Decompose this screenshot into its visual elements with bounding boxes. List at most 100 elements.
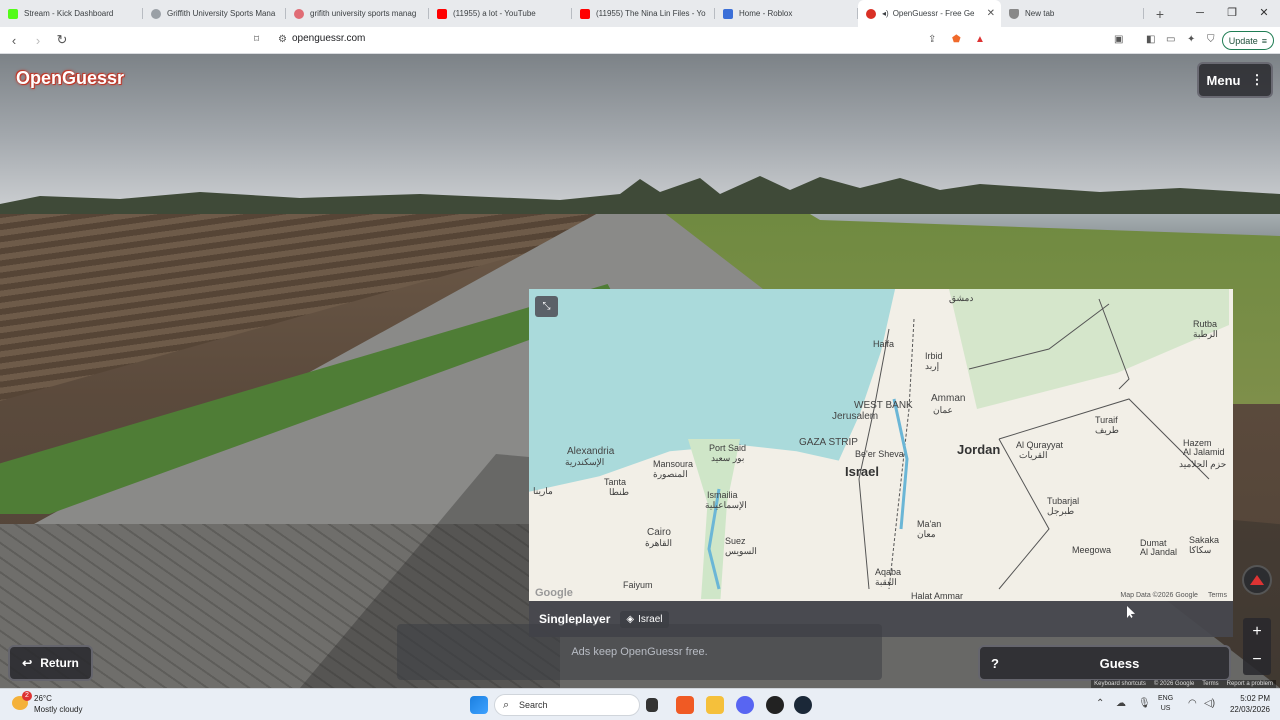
reload-icon[interactable]: ↻ <box>52 32 72 48</box>
openguessr-pin-icon <box>866 8 876 19</box>
address-bar[interactable]: openguessr.com <box>292 33 365 44</box>
map-label-port-said: Port Said <box>709 443 747 453</box>
guess-controls: ? Guess <box>978 645 1231 681</box>
close-window-icon[interactable]: ✕ <box>1248 0 1280 27</box>
split-view-icon[interactable]: ◧ <box>1146 34 1155 45</box>
task-view-icon[interactable] <box>646 698 658 712</box>
roblox-icon <box>723 8 733 19</box>
site-settings-icon[interactable]: ⚙ <box>278 34 287 45</box>
map-label-maan-ar: معان <box>917 529 936 539</box>
tab-youtube-a-lot[interactable]: (11955) a lot - YouTube <box>429 0 572 27</box>
search-icon: ⌕ <box>503 698 510 711</box>
tab-kick[interactable]: Stream - Kick Dashboard <box>0 0 143 27</box>
weather-badge: 2 <box>22 691 32 701</box>
tab-roblox[interactable]: Home - Roblox <box>715 0 858 27</box>
map-label-amman: Amman <box>931 393 966 404</box>
report-problem-link[interactable]: Report a problem <box>1227 681 1273 687</box>
map-label-israel: Israel <box>845 464 879 479</box>
steam-icon[interactable] <box>794 696 812 714</box>
map-label-suez-ar: السويس <box>725 546 757 556</box>
share-icon[interactable]: ⇪ <box>928 34 936 45</box>
openguessr-logo[interactable]: OpenGuessr <box>16 68 124 89</box>
brave-rewards-icon[interactable]: ▲ <box>975 34 985 45</box>
tray-overflow-icon[interactable]: ⌃ <box>1096 698 1104 709</box>
map-label-aqaba-ar: العقبة <box>875 577 897 587</box>
map-label-rutba: Rutba <box>1193 319 1218 329</box>
tab-griffith[interactable]: Griffith University Sports Mana <box>143 0 286 27</box>
discord-icon[interactable] <box>736 696 754 714</box>
help-button[interactable]: ? <box>980 656 1010 671</box>
map-label-damascus: دمشق <box>949 293 974 303</box>
map-resize-icon[interactable]: ⤡ <box>535 296 558 317</box>
menu-button[interactable]: Menu ⋮ <box>1197 62 1273 98</box>
vpn-icon[interactable]: ⛉ <box>1207 34 1215 45</box>
browser-tab-strip: Stream - Kick Dashboard Griffith Univers… <box>0 0 1280 27</box>
tab-youtube-nina-lin[interactable]: (11955) The Nina Lin Files - Yo <box>572 0 715 27</box>
brave-shields-icon[interactable]: ⬟ <box>952 34 961 45</box>
guess-map[interactable]: ⤡ دمشق Rutba الرطبة Haifa Irbid إربد Amm… <box>529 289 1233 601</box>
sidebar-icon[interactable]: ▣ <box>1114 34 1123 45</box>
wifi-icon[interactable]: ◠ <box>1188 698 1197 709</box>
map-label-cairo-ar: القاهرة <box>645 538 672 548</box>
map-label-tanta: Tanta <box>604 477 627 487</box>
media-app-icon[interactable] <box>766 696 784 714</box>
map-label-alexandria-ar: الإسكندرية <box>565 457 605 467</box>
layers-icon: ◈ <box>626 613 635 625</box>
tab-openguessr[interactable]: ◂) OpenGuessr - Free Ge ✕ <box>858 0 1001 27</box>
file-explorer-icon[interactable] <box>706 696 724 714</box>
back-icon[interactable]: ‹ <box>4 33 24 48</box>
tab-new-tab[interactable]: New tab <box>1001 0 1144 27</box>
onedrive-icon[interactable]: ☁ <box>1116 698 1126 709</box>
weather-widget[interactable]: 2 26°C Mostly cloudy <box>12 691 82 715</box>
map-label-mansoura-ar: المنصورة <box>653 469 688 479</box>
map-label-al-qurayyat-ar: القريات <box>1019 450 1048 460</box>
volume-icon[interactable]: ◁) <box>1204 698 1215 709</box>
terms-link[interactable]: Terms <box>1202 681 1218 687</box>
windows-start-icon[interactable] <box>470 696 488 714</box>
forward-icon[interactable]: › <box>28 33 48 48</box>
map-label-tubarjal: Tubarjal <box>1047 496 1080 506</box>
brave-browser-icon[interactable] <box>676 696 694 714</box>
map-label-alexandria: Alexandria <box>567 446 615 457</box>
minimize-icon[interactable]: ─ <box>1184 0 1216 27</box>
map-label-aqaba: Aqaba <box>875 567 902 577</box>
microphone-icon[interactable]: 🎙 <box>1138 698 1151 709</box>
zoom-out-button[interactable]: − <box>1243 646 1271 674</box>
close-tab-icon[interactable]: ✕ <box>987 8 995 19</box>
street-view-panorama[interactable]: OpenGuessr Menu ⋮ ⤡ دمشق Rutba الرطبة Hai… <box>0 54 1280 688</box>
more-vertical-icon: ⋮ <box>1250 72 1264 87</box>
keyboard-shortcuts-link[interactable]: Keyboard shortcuts <box>1094 681 1146 687</box>
guess-button[interactable]: Guess <box>1010 656 1229 671</box>
clock[interactable]: 5:02 PM 22/03/2026 <box>1230 693 1270 715</box>
update-button[interactable]: Update ≡ <box>1221 31 1274 50</box>
browser-toolbar: ‹ › ↻ ⌑ ⚙ openguessr.com ⇪ ⬟ ▲ ▣ ◧ ▭ ✦ ⛉… <box>0 27 1280 54</box>
search-engine-icon <box>294 8 304 19</box>
leo-ai-icon[interactable]: ✦ <box>1187 34 1195 45</box>
tab-search-griffith[interactable]: grifith university sports manag <box>286 0 429 27</box>
globe-icon <box>151 8 161 19</box>
map-borders <box>707 298 1210 590</box>
compass-icon[interactable] <box>1242 565 1272 595</box>
map-label-hazem-ar: حزم الجلاميد <box>1179 459 1227 469</box>
map-label-dumat: Dumat Al Jandal <box>1140 538 1178 557</box>
zoom-in-button[interactable]: + <box>1243 618 1271 646</box>
hamburger-menu-icon: ≡ <box>1261 35 1267 46</box>
brave-shield-icon <box>1009 8 1019 19</box>
window-controls: ─ ❐ ✕ <box>1184 0 1280 27</box>
map-label-al-qurayyat: Al Qurayyat <box>1016 440 1064 450</box>
language-indicator[interactable]: ENG US <box>1158 694 1173 714</box>
return-button[interactable]: ↩ Return <box>8 645 93 681</box>
bookmark-icon[interactable]: ⌑ <box>254 34 259 45</box>
restore-icon[interactable]: ❐ <box>1216 0 1248 27</box>
map-terms-link[interactable]: Terms <box>1208 592 1227 599</box>
map-label-tanta-ar: طنطا <box>609 487 630 497</box>
map-label-turaif-ar: طريف <box>1095 425 1119 435</box>
return-arrow-icon: ↩ <box>22 656 33 670</box>
google-logo: Google <box>535 587 573 599</box>
zoom-controls: + − <box>1243 618 1271 675</box>
new-tab-button[interactable]: + <box>1148 6 1172 22</box>
wallet-icon[interactable]: ▭ <box>1166 34 1175 45</box>
map-label-port-said-ar: بور سعيد <box>711 453 745 463</box>
taskbar-search[interactable]: ⌕ Search <box>494 694 640 716</box>
map-label-turaif: Turaif <box>1095 415 1118 425</box>
